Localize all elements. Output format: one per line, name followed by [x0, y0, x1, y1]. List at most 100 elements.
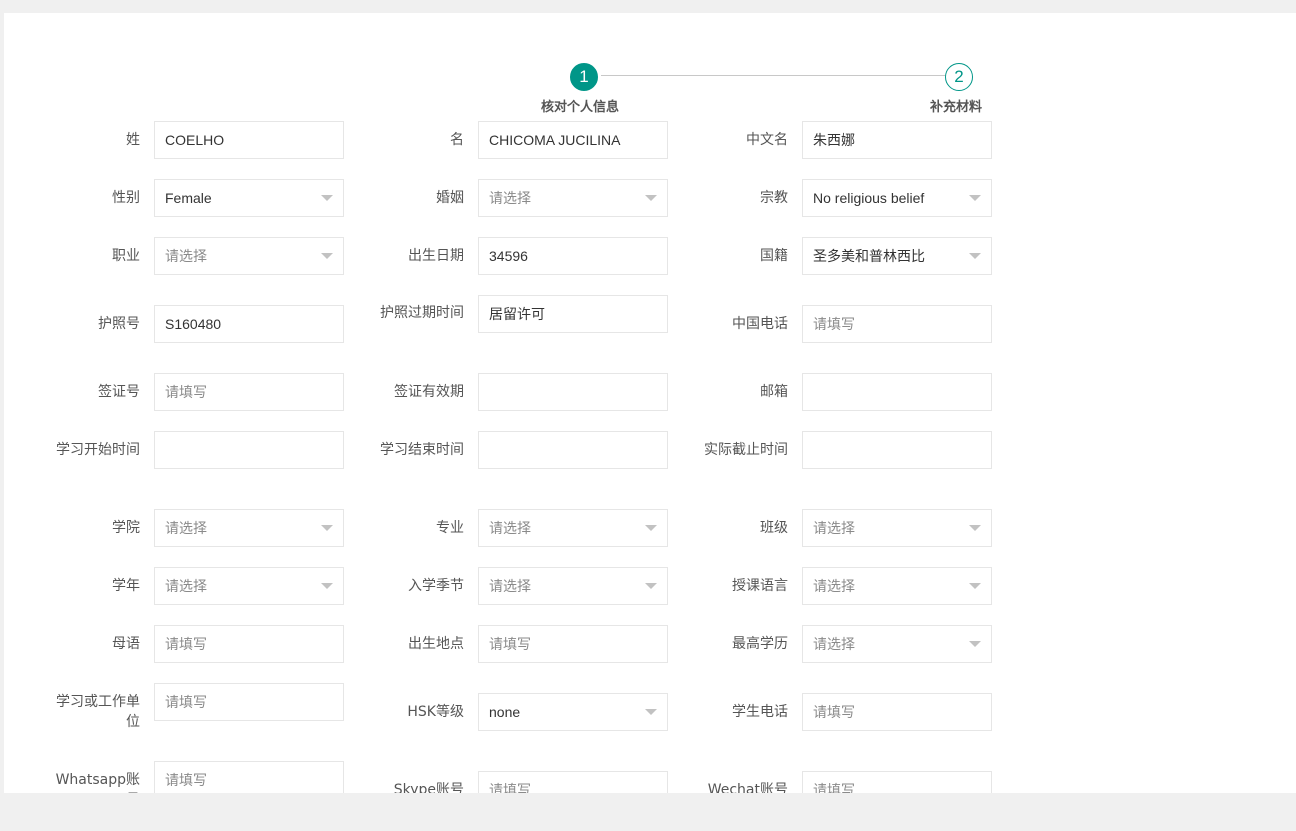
skype-label: Skype账号	[393, 782, 464, 793]
email-input[interactable]	[802, 373, 992, 411]
native-language-input[interactable]: 请填写	[154, 625, 344, 663]
class-select[interactable]: 请选择	[802, 509, 992, 547]
chevron-down-icon	[321, 525, 333, 531]
email-label: 邮箱	[760, 384, 788, 400]
visa-validity-input[interactable]	[478, 373, 668, 411]
passport-no-value: S160480	[165, 316, 222, 332]
work-unit-input[interactable]: 请填写	[154, 683, 344, 721]
whatsapp-input[interactable]: 请填写	[154, 761, 344, 793]
passport-no-label: 护照号	[98, 316, 140, 332]
college-placeholder: 请选择	[165, 520, 207, 536]
step-2-circle[interactable]: 2	[945, 63, 973, 91]
marital-label: 婚姻	[436, 190, 464, 206]
visa-no-input[interactable]: 请填写	[154, 373, 344, 411]
chevron-down-icon	[969, 525, 981, 531]
given-name-value: CHICOMA JUCILINA	[489, 132, 621, 148]
study-start-label: 学习开始时间	[56, 442, 140, 458]
school-year-select[interactable]: 请选择	[154, 567, 344, 605]
entry-season-select[interactable]: 请选择	[478, 567, 668, 605]
passport-expiry-label: 护照过期时间	[380, 305, 464, 321]
progress-stepper: 1 核对个人信息 2 补充材料	[4, 13, 1296, 123]
chevron-down-icon	[645, 525, 657, 531]
given-name-input[interactable]: CHICOMA JUCILINA	[478, 121, 668, 159]
major-label: 专业	[436, 520, 464, 536]
step-1-circle[interactable]: 1	[570, 63, 598, 91]
occupation-select[interactable]: 请选择	[154, 237, 344, 275]
whatsapp-placeholder: 请填写	[165, 772, 207, 788]
whatsapp-label: Whatsapp账号	[55, 772, 140, 793]
work-unit-label: 学习或工作单位	[56, 694, 140, 730]
class-label: 班级	[760, 520, 788, 536]
native-language-label: 母语	[112, 636, 140, 652]
passport-no-input[interactable]: S160480	[154, 305, 344, 343]
marital-placeholder: 请选择	[489, 190, 531, 206]
chevron-down-icon	[645, 583, 657, 589]
highest-degree-select[interactable]: 请选择	[802, 625, 992, 663]
occupation-label: 职业	[112, 248, 140, 264]
china-phone-label: 中国电话	[732, 316, 788, 332]
student-phone-label: 学生电话	[732, 704, 788, 720]
china-phone-placeholder: 请填写	[813, 316, 855, 332]
step-2-title: 补充材料	[930, 100, 983, 115]
gender-value: Female	[165, 190, 212, 206]
college-select[interactable]: 请选择	[154, 509, 344, 547]
passport-expiry-input[interactable]: 居留许可	[478, 295, 668, 333]
gender-select[interactable]: Female	[154, 179, 344, 217]
chinese-name-value: 朱西娜	[813, 132, 855, 148]
birth-date-input[interactable]: 34596	[478, 237, 668, 275]
teaching-language-select[interactable]: 请选择	[802, 567, 992, 605]
chevron-down-icon	[969, 253, 981, 259]
religion-label: 宗教	[760, 190, 788, 206]
highest-degree-label: 最高学历	[732, 636, 788, 652]
surname-value: COELHO	[165, 132, 225, 148]
skype-input[interactable]: 请填写	[478, 771, 668, 793]
religion-select[interactable]: No religious belief	[802, 179, 992, 217]
college-label: 学院	[112, 520, 140, 536]
entry-season-placeholder: 请选择	[489, 578, 531, 594]
religion-value: No religious belief	[813, 190, 925, 206]
given-name-label: 名	[450, 132, 464, 148]
birth-place-input[interactable]: 请填写	[478, 625, 668, 663]
study-end-label: 学习结束时间	[380, 442, 464, 458]
form-card: 1 核对个人信息 2 补充材料 姓 COELHO 名 CHICOMA JUCIL…	[4, 13, 1296, 793]
school-year-label: 学年	[112, 578, 140, 594]
visa-no-placeholder: 请填写	[165, 384, 207, 400]
marital-select[interactable]: 请选择	[478, 179, 668, 217]
native-language-placeholder: 请填写	[165, 636, 207, 652]
birth-place-placeholder: 请填写	[489, 636, 531, 652]
chevron-down-icon	[969, 583, 981, 589]
hsk-level-value: none	[489, 704, 521, 720]
step-connector-line	[601, 75, 949, 76]
chevron-down-icon	[321, 583, 333, 589]
nationality-select[interactable]: 圣多美和普林西比	[802, 237, 992, 275]
major-select[interactable]: 请选择	[478, 509, 668, 547]
wechat-input[interactable]: 请填写	[802, 771, 992, 793]
skype-placeholder: 请填写	[489, 782, 531, 793]
china-phone-input[interactable]: 请填写	[802, 305, 992, 343]
step-1-title: 核对个人信息	[541, 100, 620, 115]
hsk-level-select[interactable]: none	[478, 693, 668, 731]
gender-label: 性别	[112, 190, 140, 206]
teaching-language-placeholder: 请选择	[813, 578, 855, 594]
actual-end-input[interactable]	[802, 431, 992, 469]
study-start-input[interactable]	[154, 431, 344, 469]
entry-season-label: 入学季节	[408, 578, 464, 594]
highest-degree-placeholder: 请选择	[813, 636, 855, 652]
visa-no-label: 签证号	[98, 384, 140, 400]
chevron-down-icon	[645, 195, 657, 201]
school-year-placeholder: 请选择	[165, 578, 207, 594]
chevron-down-icon	[321, 195, 333, 201]
surname-input[interactable]: COELHO	[154, 121, 344, 159]
student-phone-input[interactable]: 请填写	[802, 693, 992, 731]
actual-end-label: 实际截止时间	[704, 442, 788, 458]
birth-date-label: 出生日期	[408, 248, 464, 264]
chinese-name-input[interactable]: 朱西娜	[802, 121, 992, 159]
nationality-value: 圣多美和普林西比	[813, 248, 925, 264]
passport-expiry-value: 居留许可	[489, 306, 545, 322]
wechat-label: Wechat账号	[707, 782, 788, 793]
chevron-down-icon	[321, 253, 333, 259]
chevron-down-icon	[645, 709, 657, 715]
chinese-name-label: 中文名	[746, 132, 788, 148]
hsk-level-label: HSK等级	[407, 704, 464, 720]
study-end-input[interactable]	[478, 431, 668, 469]
